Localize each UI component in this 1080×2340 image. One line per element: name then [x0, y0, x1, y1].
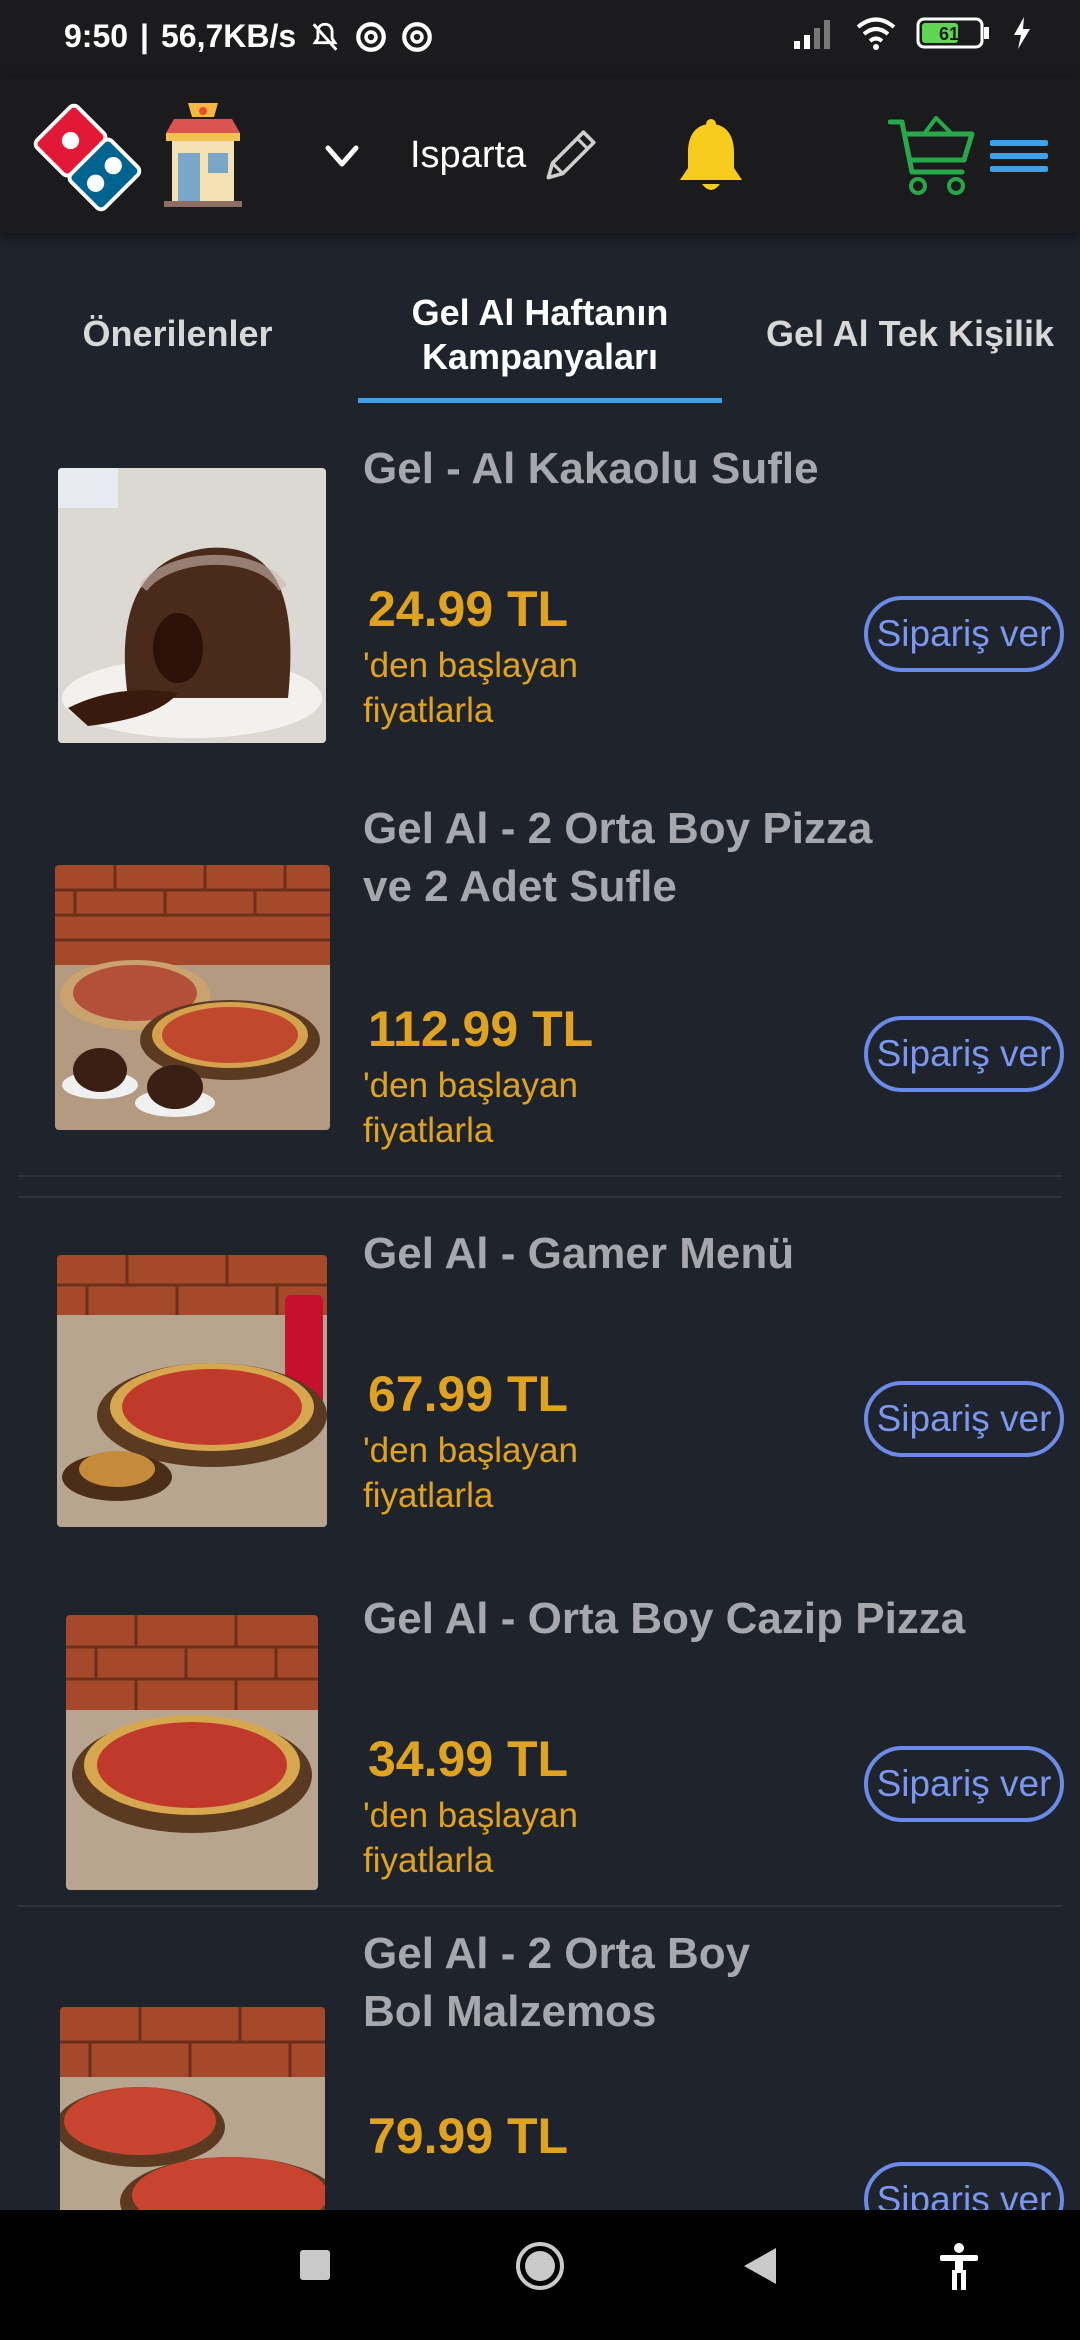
charging-icon: [1014, 17, 1030, 49]
app-header: Isparta: [0, 78, 1080, 233]
product-image: [60, 2007, 325, 2210]
home-icon[interactable]: [514, 2240, 566, 2292]
wifi-icon: [856, 17, 896, 50]
price-note: 'den başlayan fiyatlarla: [363, 1066, 578, 1150]
pizza-sufle-image: [55, 865, 330, 1130]
product-image: [66, 1615, 318, 1890]
status-bar: 9:50 | 56,7KB/s 61: [0, 0, 1080, 78]
order-button[interactable]: Sipariş ver: [864, 2162, 1064, 2210]
accessibility-icon[interactable]: [938, 2242, 980, 2290]
clock: 9:50: [64, 18, 129, 54]
product-image: [55, 865, 330, 1130]
product-card[interactable]: Gel - Al Kakaolu Sufle 24.99 TL 'den baş…: [0, 430, 1080, 795]
active-tab-indicator: [358, 398, 722, 403]
battery-icon: 61: [916, 17, 989, 49]
order-button[interactable]: Sipariş ver: [864, 1746, 1064, 1822]
back-icon[interactable]: [742, 2246, 778, 2286]
bell-icon[interactable]: [672, 118, 750, 198]
category-tabs: Önerilenler Gel Al Haftanın Kampanyaları…: [0, 233, 1080, 405]
chevron-down-icon[interactable]: [322, 136, 362, 176]
product-card[interactable]: Gel Al - Orta Boy Cazip Pizza 34.99 TL '…: [0, 1560, 1080, 1925]
system-nav-bar: [0, 2210, 1080, 2340]
recents-icon[interactable]: [298, 2248, 332, 2282]
circle-a-icon: [356, 21, 387, 52]
cart-icon[interactable]: [888, 116, 976, 198]
menu-icon[interactable]: [990, 136, 1048, 176]
product-price: 24.99 TL: [368, 581, 569, 637]
product-title: Gel Al - Gamer Menü: [363, 1229, 795, 1278]
store-icon[interactable]: [158, 103, 248, 208]
price-note: 'den başlayan fiyatlarla: [363, 646, 578, 730]
network-speed: 56,7KB/s: [161, 18, 297, 54]
product-title: Gel - Al Kakaolu Sufle: [363, 444, 819, 493]
pencil-icon[interactable]: [538, 126, 600, 188]
product-price: 79.99 TL: [368, 2108, 569, 2164]
divider: [18, 1175, 1062, 1177]
city-label[interactable]: Isparta: [410, 134, 526, 177]
bol-malzemos-image: [60, 2007, 325, 2210]
product-price: 67.99 TL: [368, 1366, 569, 1422]
product-card[interactable]: Gel Al - 2 Orta Boy Pizza ve 2 Adet Sufl…: [0, 800, 1080, 1165]
gamer-menu-image: [57, 1255, 327, 1527]
mute-bell-icon: [312, 22, 338, 51]
product-image: [57, 1255, 327, 1527]
product-card[interactable]: Gel Al - 2 Orta Boy Bol Malzemos 79.99 T…: [0, 1925, 1080, 2210]
divider: [18, 1905, 1062, 1907]
signal-icon: [794, 20, 830, 49]
product-title: Gel Al - 2 Orta Boy Bol Malzemos: [363, 1929, 751, 2036]
cazip-pizza-image: [66, 1615, 318, 1890]
status-separator: |: [140, 18, 149, 54]
product-title: Gel Al - 2 Orta Boy Pizza ve 2 Adet Sufl…: [363, 804, 873, 911]
tab-gel-al-tek-kisilik[interactable]: Gel Al Tek Kişilik: [760, 313, 1060, 355]
product-price: 34.99 TL: [368, 1731, 569, 1787]
tab-gel-al-haftanin-kampanyalari[interactable]: Gel Al Haftanın Kampanyaları: [358, 291, 722, 379]
product-image: [58, 468, 326, 743]
price-note: 'den başlayan fiyatlarla: [363, 1796, 578, 1880]
tab-onerilenler[interactable]: Önerilenler: [30, 313, 325, 355]
product-title: Gel Al - Orta Boy Cazip Pizza: [363, 1594, 966, 1643]
order-button[interactable]: Sipariş ver: [864, 1016, 1064, 1092]
battery-level: 61: [939, 24, 959, 44]
circle-a-icon: [402, 21, 433, 52]
order-button[interactable]: Sipariş ver: [864, 1381, 1064, 1457]
sufle-image: [58, 468, 326, 743]
price-note: 'den başlayan fiyatlarla: [363, 1431, 578, 1515]
product-price: 112.99 TL: [368, 1001, 594, 1057]
product-card[interactable]: Gel Al - Gamer Menü 67.99 TL 'den başlay…: [0, 1195, 1080, 1560]
dominos-logo[interactable]: [30, 100, 145, 215]
order-button[interactable]: Sipariş ver: [864, 596, 1064, 672]
